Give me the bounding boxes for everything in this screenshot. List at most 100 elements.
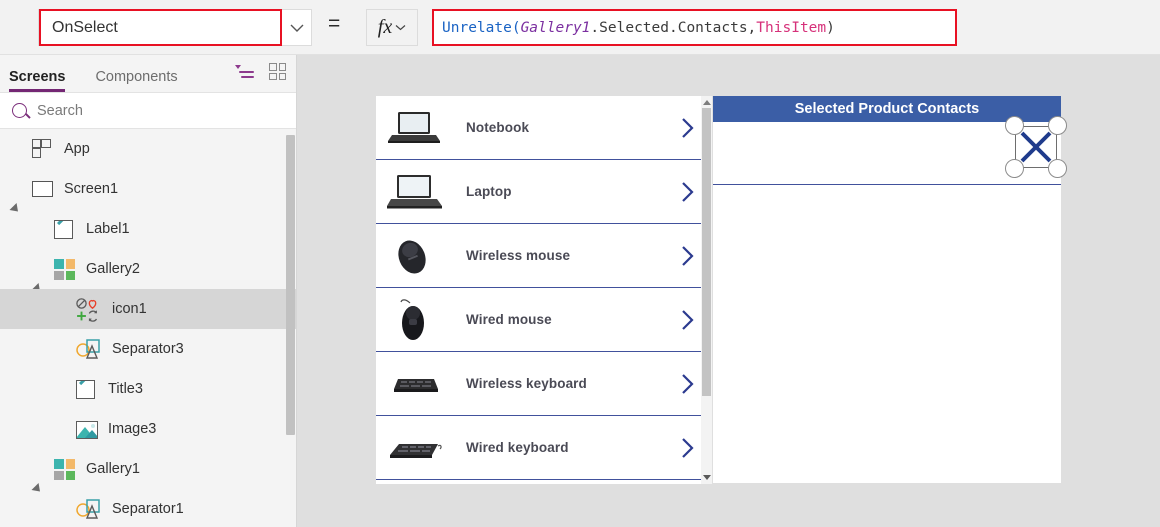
gallery-scrollbar[interactable]: [701, 96, 712, 484]
formula-token-thisitem: ThisItem: [756, 19, 827, 36]
gallery-icon: [54, 458, 76, 480]
tree-item-label: Separator1: [112, 501, 184, 517]
resize-handle-bottom-left[interactable]: [1005, 159, 1024, 178]
tree-item-label: Separator3: [112, 341, 184, 357]
property-selector[interactable]: OnSelect: [38, 9, 312, 46]
tree-item-label: Screen1: [64, 181, 119, 197]
chevron-down-glyph: [290, 24, 303, 32]
tree-scrollbar-thumb[interactable]: [286, 135, 295, 435]
tab-screens[interactable]: Screens: [9, 69, 66, 92]
tree-item-screen1[interactable]: Screen1: [0, 169, 296, 216]
search-input-placeholder[interactable]: Search: [37, 103, 83, 119]
tree-item-label: App: [64, 141, 90, 157]
tree-scrollbar[interactable]: [286, 129, 295, 525]
tab-components[interactable]: Components: [95, 69, 177, 92]
tree-item-list: App Screen1 Label1 Gallery2 icon1 Separa…: [0, 129, 296, 525]
wired-mouse-image: [386, 297, 446, 343]
gallery-item[interactable]: Wired keyboard: [376, 416, 712, 480]
label-icon: [76, 378, 98, 400]
app-canvas: Notebook Laptop Wireless mouse Wired mou…: [297, 55, 1160, 527]
tree-toolbar-icons: [235, 63, 286, 80]
gallery-item[interactable]: Wireless mouse: [376, 224, 712, 288]
tree-item-separator3[interactable]: Separator3: [0, 329, 296, 369]
tree-item-icon1[interactable]: icon1: [0, 289, 296, 329]
gallery-item-title: Notebook: [466, 120, 530, 135]
screen-icon: [32, 178, 54, 200]
chevron-right-icon[interactable]: [681, 437, 694, 459]
resize-handle-top-right[interactable]: [1048, 116, 1067, 135]
product-gallery[interactable]: Notebook Laptop Wireless mouse Wired mou…: [376, 96, 712, 484]
chevron-right-icon[interactable]: [681, 181, 694, 203]
chevron-down-icon[interactable]: [282, 9, 311, 46]
tree-item-label: Image3: [108, 421, 157, 437]
tree-item-label: Gallery2: [86, 261, 140, 277]
tree-tabs: Screens Components: [0, 55, 296, 92]
tree-item-gallery1[interactable]: Gallery1: [0, 449, 296, 496]
wired-keyboard-image: [386, 425, 446, 471]
filter-list-icon[interactable]: [235, 64, 254, 80]
gallery-item-title: Wireless mouse: [466, 248, 571, 263]
wireless-keyboard-image: [386, 361, 446, 407]
tree-item-label: Gallery1: [86, 461, 140, 477]
tree-view-panel: Screens Components Search App Screen1 La…: [0, 55, 297, 527]
fx-button[interactable]: fx: [366, 9, 418, 46]
gallery-item[interactable]: Notebook: [376, 96, 712, 160]
chevron-right-icon[interactable]: [681, 309, 694, 331]
separator-icon: [76, 498, 102, 520]
laptop-image: [386, 169, 446, 215]
tree-item-separator1[interactable]: Separator1: [0, 489, 296, 525]
equals-sign: =: [328, 12, 341, 35]
resize-handle-bottom-right[interactable]: [1048, 159, 1067, 178]
chevron-down-icon[interactable]: [395, 24, 406, 31]
tree-search-box[interactable]: Search: [0, 92, 296, 129]
gallery-scrollbar-thumb[interactable]: [702, 108, 711, 396]
tree-item-app[interactable]: App: [0, 129, 296, 169]
scroll-up-arrow-icon[interactable]: [703, 100, 711, 105]
contacts-empty-area: [713, 185, 1061, 483]
fx-icon: fx: [377, 16, 393, 38]
search-icon: [12, 103, 27, 118]
tree-item-image3[interactable]: Image3: [0, 409, 296, 449]
scroll-down-arrow-icon[interactable]: [703, 475, 711, 480]
gallery-item-title: Laptop: [466, 184, 512, 199]
selected-product-contacts-panel: Selected Product Contacts: [713, 96, 1067, 483]
separator-glyph: [76, 339, 100, 359]
gallery-item-title: Wired mouse: [466, 312, 552, 327]
notebook-image: [386, 105, 446, 151]
formula-token-control: Gallery1: [520, 19, 591, 36]
tree-item-label: icon1: [112, 301, 147, 317]
gallery-item[interactable]: Wireless keyboard: [376, 352, 712, 416]
app-icon: [32, 138, 54, 160]
tree-item-title3[interactable]: Title3: [0, 369, 296, 409]
tree-item-label1[interactable]: Label1: [0, 209, 296, 249]
gallery-item-title: Wireless keyboard: [466, 376, 587, 391]
selected-control-icon1[interactable]: [1005, 116, 1067, 178]
thumbnail-grid-icon[interactable]: [269, 63, 286, 80]
icons-group-glyph: [76, 298, 98, 322]
formula-input[interactable]: Unrelate( Gallery1 .Selected.Contacts, T…: [432, 9, 957, 46]
formula-token-function: Unrelate(: [442, 19, 521, 36]
chevron-right-icon[interactable]: [681, 373, 694, 395]
gallery-item[interactable]: Wired mouse: [376, 288, 712, 352]
tree-item-gallery2[interactable]: Gallery2: [0, 249, 296, 296]
gallery-item-title: Wired keyboard: [466, 440, 569, 455]
formula-token-close: ): [826, 19, 835, 36]
icons-icon: [76, 298, 102, 322]
gallery-icon: [54, 258, 76, 280]
tree-item-label: Title3: [108, 381, 143, 397]
chevron-right-icon[interactable]: [681, 245, 694, 267]
property-selector-value[interactable]: OnSelect: [39, 9, 282, 46]
formula-token-path: .Selected.Contacts,: [590, 19, 757, 36]
chevron-right-icon[interactable]: [681, 117, 694, 139]
label-icon: [54, 218, 76, 240]
separator-icon: [76, 338, 102, 360]
contacts-first-row[interactable]: [713, 116, 1067, 185]
separator-glyph: [76, 499, 100, 519]
power-apps-studio: OnSelect = fx Unrelate( Gallery1 .Select…: [0, 0, 1160, 527]
tree-item-label: Label1: [86, 221, 130, 237]
gallery-item[interactable]: Laptop: [376, 160, 712, 224]
wireless-mouse-image: [386, 233, 446, 279]
image-icon: [76, 418, 98, 440]
resize-handle-top-left[interactable]: [1005, 116, 1024, 135]
formula-toolbar: OnSelect = fx Unrelate( Gallery1 .Select…: [0, 0, 1160, 55]
